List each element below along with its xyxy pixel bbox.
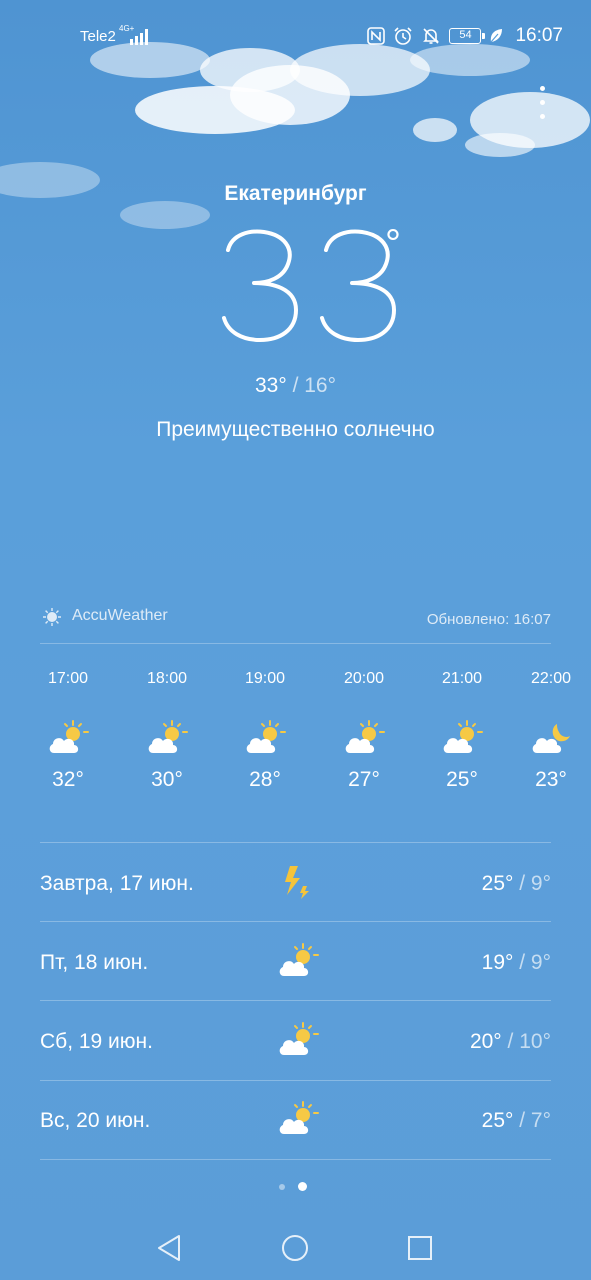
day-high: 25° [481,1109,514,1132]
day-label: Вс, 20 июн. [40,1109,151,1132]
partly-sunny-icon [345,720,385,753]
high-low-separator: / [501,1030,520,1053]
dot-icon [539,114,545,119]
hour-time: 18:00 [146,670,188,687]
hour-time: 21:00 [441,670,483,687]
thunder-icon [285,866,309,899]
day-label: Сб, 19 июн. [40,1030,153,1053]
status-bar: Tele2 4G+ 54 16:07 [0,0,591,72]
partly-sunny-icon [279,943,319,976]
carrier-name: Tele2 [80,28,116,45]
hourly-item: 18:00 30° [127,670,207,792]
updated-time: Обновлено: 16:07 [426,611,551,628]
city-name[interactable]: Екатеринбург [0,182,591,206]
day-low: 9° [530,951,551,974]
hour-temperature: 23° [535,768,567,791]
day-label: Завтра, 17 июн. [40,872,194,895]
provider-row[interactable]: AccuWeather Обновлено: 16:07 [40,606,551,634]
page-indicator[interactable] [279,1182,307,1191]
battery-icon: 54 [449,28,486,44]
more-options-button[interactable] [536,86,548,126]
daily-row[interactable]: Завтра, 17 июн. 25° / 9° [40,843,551,922]
alarm-icon [394,27,413,45]
today-high: 33° [254,374,287,397]
day-low: 10° [519,1030,551,1053]
partly-cloudy-night-icon [532,724,570,753]
daily-row[interactable]: Вс, 20 июн. 25° / 7° [40,1080,551,1159]
daily-row[interactable]: Сб, 19 июн. 20° / 10° [40,1001,551,1080]
bell-off-icon [423,28,440,44]
partly-sunny-icon [49,720,89,753]
divider [40,643,551,644]
hour-temperature: 25° [446,768,478,791]
day-high: 25° [481,872,514,895]
hourly-forecast[interactable]: 17:00 32° 18:00 30° 19:00 28° 20:00 27° … [0,670,591,820]
provider-name: AccuWeather [72,607,168,624]
page-dot-active[interactable] [298,1182,307,1191]
partly-sunny-icon [279,1101,319,1134]
hour-time: 19:00 [244,670,286,687]
home-button[interactable] [275,1228,315,1268]
status-time: 16:07 [515,25,563,46]
dot-icon [539,100,545,105]
hourly-item: 19:00 28° [225,670,305,792]
day-high-low: 19° / 9° [482,951,551,975]
hour-temperature: 30° [151,768,183,791]
hour-temperature: 32° [52,768,84,791]
hour-time: 20:00 [343,670,385,687]
accuweather-logo-icon [43,608,61,626]
day-label: Пт, 18 июн. [40,951,149,974]
day-high: 20° [469,1030,502,1053]
signal-icon [130,29,148,45]
day-high-low: 20° / 10° [470,1030,551,1054]
high-low-separator: / [513,872,531,895]
daily-row[interactable]: Пт, 18 июн. 19° / 9° [40,922,551,1001]
high-low-separator: / [513,951,531,974]
today-high-low: 33° / 16° [0,374,591,398]
partly-sunny-icon [246,720,286,753]
today-low: 16° [304,374,337,397]
partly-sunny-icon [148,720,188,753]
nfc-icon [367,27,386,45]
system-navigation-bar [0,1218,591,1280]
high-low-separator: / [513,1109,531,1132]
hourly-item: 22:00 23° [511,670,591,792]
hour-time: 22:00 [530,670,572,687]
hour-temperature: 28° [249,768,281,791]
hourly-item: 20:00 27° [324,670,404,792]
hourly-item: 17:00 32° [28,670,108,792]
hour-time: 17:00 [47,670,89,687]
hourly-item: 21:00 25° [422,670,502,792]
day-high-low: 25° / 9° [482,872,551,896]
recent-apps-button[interactable] [400,1228,440,1268]
day-low: 7° [530,1109,551,1132]
dot-icon [539,86,545,91]
page-dot[interactable] [279,1183,285,1190]
partly-sunny-icon [279,1022,319,1055]
back-button[interactable] [150,1228,190,1268]
leaf-icon [491,29,503,43]
partly-sunny-icon [443,720,483,753]
day-low: 9° [530,872,551,895]
day-high: 19° [481,951,514,974]
day-high-low: 25° / 7° [482,1109,551,1133]
high-low-separator: / [286,374,305,397]
hour-temperature: 27° [348,768,380,791]
weather-condition: Преимущественно солнечно [156,418,435,441]
divider [40,1159,551,1160]
degree-symbol: ° [385,222,401,266]
